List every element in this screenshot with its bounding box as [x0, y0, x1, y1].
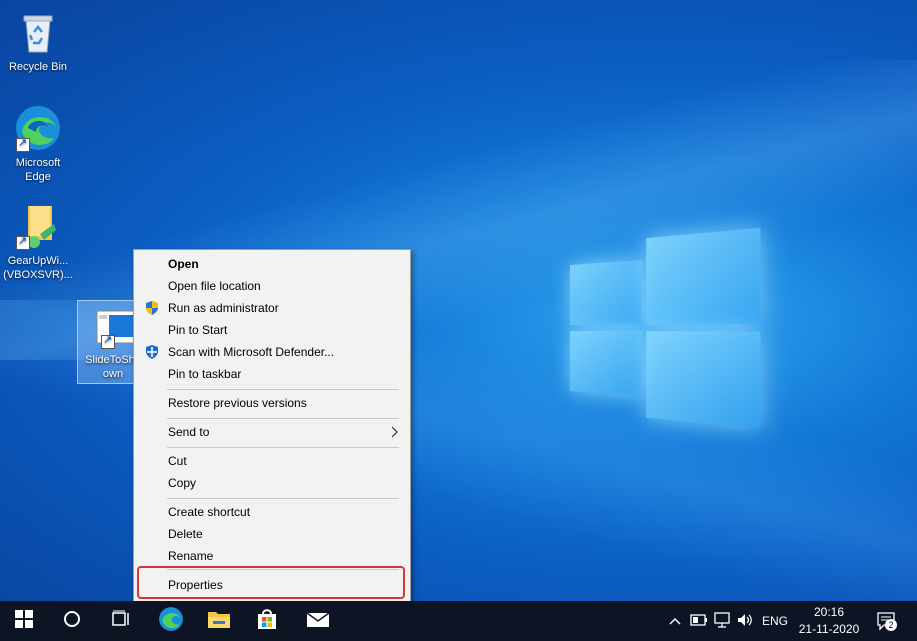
menu-item-label: Open: [168, 253, 199, 275]
taskbar-edge-button[interactable]: [147, 601, 195, 641]
mail-icon: [306, 610, 330, 633]
menu-item-label: Create shortcut: [168, 501, 250, 523]
desktop-icon-recycle-bin[interactable]: Recycle Bin: [3, 8, 73, 74]
clock-date: 21-11-2020: [793, 621, 865, 638]
app-shortcut-icon: [89, 307, 137, 355]
network-tray-button[interactable]: [711, 601, 733, 641]
edge-icon: [158, 606, 184, 637]
task-view-icon: [110, 610, 130, 633]
desktop-icon-label: Edge: [3, 170, 73, 184]
folder-icon: [14, 202, 62, 250]
clock-button[interactable]: 20:16 21-11-2020: [793, 604, 865, 638]
menu-separator: [167, 389, 399, 390]
search-circle-icon: [63, 610, 81, 633]
uac-shield-icon: [144, 300, 160, 316]
network-icon: [713, 612, 731, 631]
menu-item-cut[interactable]: Cut: [135, 450, 409, 472]
menu-item-scan-with-defender[interactable]: Scan with Microsoft Defender...: [135, 341, 409, 363]
menu-item-label: Rename: [168, 545, 213, 567]
menu-item-pin-to-taskbar[interactable]: Pin to taskbar: [135, 363, 409, 385]
chevron-right-icon: [391, 421, 399, 449]
battery-tray-button[interactable]: [688, 601, 710, 641]
chevron-up-icon: [669, 614, 681, 628]
windows-start-icon: [15, 610, 33, 633]
menu-item-label: Restore previous versions: [168, 392, 307, 414]
store-icon: [256, 608, 278, 635]
taskbar: ENG 20:16 21-11-2020 2: [0, 601, 917, 641]
clock-time: 20:16: [793, 604, 865, 621]
show-hidden-icons-button[interactable]: [664, 601, 686, 641]
battery-icon: [690, 614, 708, 629]
shortcut-arrow-icon: [101, 335, 115, 349]
desktop-icon-label: Microsoft: [3, 156, 73, 170]
desktop-icon-edge[interactable]: Microsoft Edge: [3, 104, 73, 184]
menu-item-send-to[interactable]: Send to: [135, 421, 409, 443]
menu-item-copy[interactable]: Copy: [135, 472, 409, 494]
menu-item-label: Open file location: [168, 275, 261, 297]
menu-item-rename[interactable]: Rename: [135, 545, 409, 567]
menu-item-run-as-administrator[interactable]: Run as administrator: [135, 297, 409, 319]
menu-item-label: Pin to taskbar: [168, 363, 241, 385]
defender-icon: [144, 344, 160, 360]
menu-separator: [167, 498, 399, 499]
desktop-icon-label: (VBOXSVR)...: [3, 268, 73, 282]
desktop-icon-label: Recycle Bin: [3, 60, 73, 74]
context-menu: Open Open file location Run as administr…: [133, 249, 411, 603]
menu-item-label: Cut: [168, 450, 187, 472]
start-button[interactable]: [0, 601, 48, 641]
menu-separator: [167, 418, 399, 419]
desktop-icon-label: GearUpWi...: [3, 254, 73, 268]
menu-item-open[interactable]: Open: [135, 253, 409, 275]
menu-item-restore-previous-versions[interactable]: Restore previous versions: [135, 392, 409, 414]
language-label: ENG: [762, 614, 788, 628]
action-center-button[interactable]: 2: [872, 601, 900, 641]
windows-logo-wallpaper: [570, 228, 760, 428]
taskbar-file-explorer-button[interactable]: [195, 601, 243, 641]
recycle-bin-icon: [14, 8, 62, 56]
taskbar-store-button[interactable]: [243, 601, 291, 641]
menu-item-open-file-location[interactable]: Open file location: [135, 275, 409, 297]
menu-item-label: Pin to Start: [168, 319, 227, 341]
input-language-button[interactable]: ENG: [759, 601, 791, 641]
task-view-button[interactable]: [96, 601, 144, 641]
menu-item-label: Delete: [168, 523, 203, 545]
notification-count-badge: 2: [885, 619, 897, 631]
notification-icon: 2: [876, 611, 896, 631]
menu-item-label: Scan with Microsoft Defender...: [168, 341, 334, 363]
volume-icon: [736, 612, 754, 631]
shortcut-arrow-icon: [16, 236, 30, 250]
search-button[interactable]: [48, 601, 96, 641]
taskbar-mail-button[interactable]: [294, 601, 342, 641]
file-explorer-icon: [207, 609, 231, 634]
menu-separator: [167, 447, 399, 448]
menu-item-label: Copy: [168, 472, 196, 494]
menu-item-label: Run as administrator: [168, 297, 279, 319]
menu-item-delete[interactable]: Delete: [135, 523, 409, 545]
volume-tray-button[interactable]: [734, 601, 756, 641]
menu-item-pin-to-start[interactable]: Pin to Start: [135, 319, 409, 341]
edge-icon: [14, 104, 62, 152]
menu-item-label: Send to: [168, 421, 209, 443]
desktop-icon-gearupwindows[interactable]: GearUpWi... (VBOXSVR)...: [3, 202, 73, 282]
shortcut-arrow-icon: [16, 138, 30, 152]
menu-item-create-shortcut[interactable]: Create shortcut: [135, 501, 409, 523]
properties-highlight-box: [137, 566, 405, 599]
